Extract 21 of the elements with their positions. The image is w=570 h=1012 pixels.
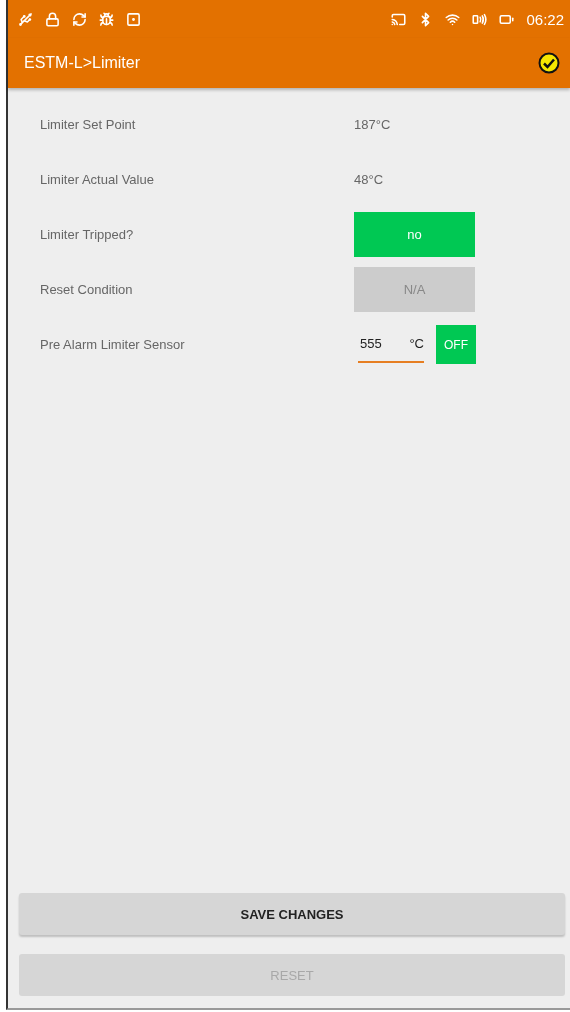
sync-icon: [72, 11, 87, 27]
status-indicator: no: [354, 212, 475, 257]
setting-label: Reset Condition: [40, 282, 134, 297]
temperature-field[interactable]: 555 °C: [358, 326, 424, 363]
setting-label: Pre Alarm Limiter Sensor: [40, 337, 186, 352]
status-indicator: N/A: [354, 267, 475, 312]
cast-icon: [391, 11, 407, 27]
setting-label: Limiter Tripped?: [40, 227, 135, 242]
save-button[interactable]: SAVE CHANGES: [19, 893, 565, 935]
setting-label: Limiter Set Point: [40, 117, 137, 132]
usb-icon: [18, 11, 33, 27]
check-icon[interactable]: [538, 52, 560, 74]
lock-icon: [45, 11, 60, 27]
value-text: 48°C: [354, 172, 384, 187]
wifi-icon: [445, 11, 461, 27]
value-text: 187°C: [354, 117, 391, 132]
clock-time: 06:22: [526, 10, 564, 28]
setting-label: Limiter Actual Value: [40, 172, 155, 187]
square-icon: [126, 11, 141, 27]
screen-title: ESTM-L>Limiter: [24, 54, 141, 72]
bug-icon: [99, 11, 114, 27]
